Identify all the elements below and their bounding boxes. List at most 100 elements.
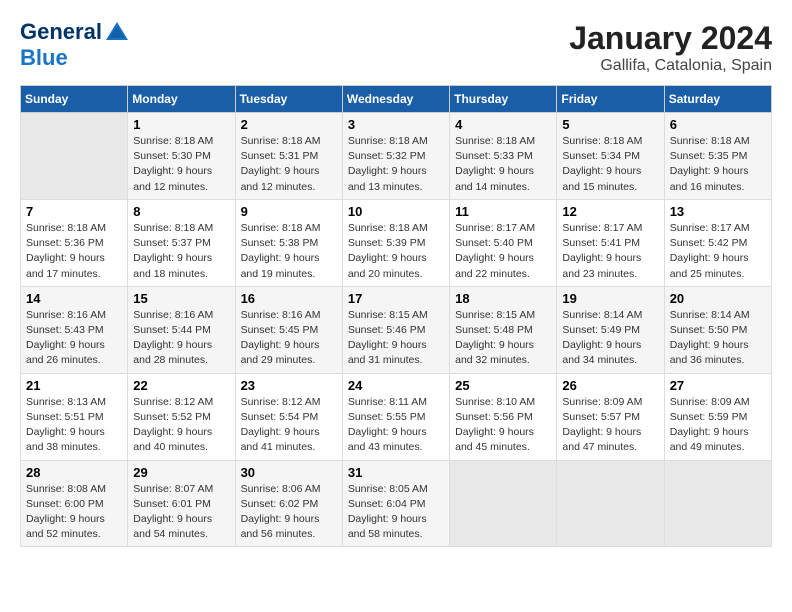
- day-number: 10: [348, 204, 444, 219]
- logo-blue: Blue: [20, 46, 132, 70]
- calendar-cell: 26 Sunrise: 8:09 AMSunset: 5:57 PMDayligh…: [557, 373, 664, 460]
- calendar-cell: 24 Sunrise: 8:11 AMSunset: 5:55 PMDayligh…: [342, 373, 449, 460]
- calendar-cell: [557, 460, 664, 547]
- calendar-cell: 10 Sunrise: 8:18 AMSunset: 5:39 PMDayligh…: [342, 199, 449, 286]
- day-number: 7: [26, 204, 122, 219]
- calendar-table: SundayMondayTuesdayWednesdayThursdayFrid…: [20, 85, 772, 547]
- day-info: Sunrise: 8:16 AMSunset: 5:44 PMDaylight:…: [133, 308, 229, 369]
- day-info: Sunrise: 8:14 AMSunset: 5:49 PMDaylight:…: [562, 308, 658, 369]
- day-info: Sunrise: 8:17 AMSunset: 5:41 PMDaylight:…: [562, 221, 658, 282]
- calendar-cell: 12 Sunrise: 8:17 AMSunset: 5:41 PMDayligh…: [557, 199, 664, 286]
- calendar-cell: 5 Sunrise: 8:18 AMSunset: 5:34 PMDaylight…: [557, 113, 664, 200]
- calendar-cell: 25 Sunrise: 8:10 AMSunset: 5:56 PMDayligh…: [450, 373, 557, 460]
- header-monday: Monday: [128, 86, 235, 113]
- day-info: Sunrise: 8:18 AMSunset: 5:36 PMDaylight:…: [26, 221, 122, 282]
- calendar-week-row: 21 Sunrise: 8:13 AMSunset: 5:51 PMDayligh…: [21, 373, 772, 460]
- day-number: 27: [670, 378, 766, 393]
- calendar-cell: 8Sunrise: 8:18 AMSunset: 5:37 PMDaylight…: [128, 199, 235, 286]
- logo-icon: [104, 20, 130, 46]
- calendar-cell: 19 Sunrise: 8:14 AMSunset: 5:49 PMDayligh…: [557, 286, 664, 373]
- day-info: Sunrise: 8:09 AMSunset: 5:59 PMDaylight:…: [670, 395, 766, 456]
- calendar-cell: 23 Sunrise: 8:12 AMSunset: 5:54 PMDayligh…: [235, 373, 342, 460]
- day-info: Sunrise: 8:18 AMSunset: 5:31 PMDaylight:…: [241, 134, 337, 195]
- day-info: Sunrise: 8:16 AMSunset: 5:45 PMDaylight:…: [241, 308, 337, 369]
- day-number: 4: [455, 117, 551, 132]
- day-info: Sunrise: 8:13 AMSunset: 5:51 PMDaylight:…: [26, 395, 122, 456]
- day-info: Sunrise: 8:06 AMSunset: 6:02 PMDaylight:…: [241, 482, 337, 543]
- day-info: Sunrise: 8:08 AMSunset: 6:00 PMDaylight:…: [26, 482, 122, 543]
- day-info: Sunrise: 8:16 AMSunset: 5:43 PMDaylight:…: [26, 308, 122, 369]
- day-info: Sunrise: 8:15 AMSunset: 5:46 PMDaylight:…: [348, 308, 444, 369]
- day-number: 13: [670, 204, 766, 219]
- calendar-cell: 18 Sunrise: 8:15 AMSunset: 5:48 PMDayligh…: [450, 286, 557, 373]
- calendar-cell: 13 Sunrise: 8:17 AMSunset: 5:42 PMDayligh…: [664, 199, 771, 286]
- calendar-cell: 20Sunrise: 8:14 AMSunset: 5:50 PMDayligh…: [664, 286, 771, 373]
- calendar-cell: [664, 460, 771, 547]
- day-info: Sunrise: 8:18 AMSunset: 5:37 PMDaylight:…: [133, 221, 229, 282]
- day-number: 19: [562, 291, 658, 306]
- header-friday: Friday: [557, 86, 664, 113]
- calendar-cell: 27 Sunrise: 8:09 AMSunset: 5:59 PMDayligh…: [664, 373, 771, 460]
- calendar-title: January 2024: [569, 20, 772, 57]
- day-number: 23: [241, 378, 337, 393]
- calendar-cell: 7 Sunrise: 8:18 AMSunset: 5:36 PMDaylight…: [21, 199, 128, 286]
- day-number: 14: [26, 291, 122, 306]
- calendar-cell: 22 Sunrise: 8:12 AMSunset: 5:52 PMDayligh…: [128, 373, 235, 460]
- day-info: Sunrise: 8:05 AMSunset: 6:04 PMDaylight:…: [348, 482, 444, 543]
- day-number: 3: [348, 117, 444, 132]
- page-header: General Blue January 2024 Gallifa, Catal…: [20, 20, 772, 75]
- day-number: 25: [455, 378, 551, 393]
- calendar-cell: 15Sunrise: 8:16 AMSunset: 5:44 PMDayligh…: [128, 286, 235, 373]
- day-info: Sunrise: 8:15 AMSunset: 5:48 PMDaylight:…: [455, 308, 551, 369]
- day-number: 18: [455, 291, 551, 306]
- day-number: 30: [241, 465, 337, 480]
- calendar-cell: 21 Sunrise: 8:13 AMSunset: 5:51 PMDayligh…: [21, 373, 128, 460]
- calendar-cell: 3 Sunrise: 8:18 AMSunset: 5:32 PMDaylight…: [342, 113, 449, 200]
- day-number: 5: [562, 117, 658, 132]
- day-info: Sunrise: 8:18 AMSunset: 5:33 PMDaylight:…: [455, 134, 551, 195]
- calendar-cell: 9Sunrise: 8:18 AMSunset: 5:38 PMDaylight…: [235, 199, 342, 286]
- day-number: 26: [562, 378, 658, 393]
- calendar-cell: 17Sunrise: 8:15 AMSunset: 5:46 PMDayligh…: [342, 286, 449, 373]
- header-wednesday: Wednesday: [342, 86, 449, 113]
- calendar-cell: [21, 113, 128, 200]
- logo-text: General: [20, 20, 132, 46]
- calendar-cell: 6Sunrise: 8:18 AMSunset: 5:35 PMDaylight…: [664, 113, 771, 200]
- calendar-cell: 31Sunrise: 8:05 AMSunset: 6:04 PMDayligh…: [342, 460, 449, 547]
- calendar-cell: 16 Sunrise: 8:16 AMSunset: 5:45 PMDayligh…: [235, 286, 342, 373]
- day-number: 22: [133, 378, 229, 393]
- day-number: 24: [348, 378, 444, 393]
- day-info: Sunrise: 8:11 AMSunset: 5:55 PMDaylight:…: [348, 395, 444, 456]
- day-info: Sunrise: 8:12 AMSunset: 5:54 PMDaylight:…: [241, 395, 337, 456]
- calendar-week-row: 28 Sunrise: 8:08 AMSunset: 6:00 PMDayligh…: [21, 460, 772, 547]
- calendar-week-row: 1 Sunrise: 8:18 AMSunset: 5:30 PMDaylight…: [21, 113, 772, 200]
- day-info: Sunrise: 8:17 AMSunset: 5:40 PMDaylight:…: [455, 221, 551, 282]
- day-info: Sunrise: 8:09 AMSunset: 5:57 PMDaylight:…: [562, 395, 658, 456]
- calendar-cell: 30 Sunrise: 8:06 AMSunset: 6:02 PMDayligh…: [235, 460, 342, 547]
- calendar-cell: 2 Sunrise: 8:18 AMSunset: 5:31 PMDaylight…: [235, 113, 342, 200]
- day-info: Sunrise: 8:18 AMSunset: 5:39 PMDaylight:…: [348, 221, 444, 282]
- day-number: 28: [26, 465, 122, 480]
- calendar-cell: 14 Sunrise: 8:16 AMSunset: 5:43 PMDayligh…: [21, 286, 128, 373]
- day-info: Sunrise: 8:10 AMSunset: 5:56 PMDaylight:…: [455, 395, 551, 456]
- header-sunday: Sunday: [21, 86, 128, 113]
- day-info: Sunrise: 8:18 AMSunset: 5:30 PMDaylight:…: [133, 134, 229, 195]
- day-number: 12: [562, 204, 658, 219]
- day-info: Sunrise: 8:18 AMSunset: 5:35 PMDaylight:…: [670, 134, 766, 195]
- calendar-week-row: 7 Sunrise: 8:18 AMSunset: 5:36 PMDaylight…: [21, 199, 772, 286]
- day-info: Sunrise: 8:18 AMSunset: 5:32 PMDaylight:…: [348, 134, 444, 195]
- day-info: Sunrise: 8:17 AMSunset: 5:42 PMDaylight:…: [670, 221, 766, 282]
- calendar-header-row: SundayMondayTuesdayWednesdayThursdayFrid…: [21, 86, 772, 113]
- day-number: 16: [241, 291, 337, 306]
- calendar-week-row: 14 Sunrise: 8:16 AMSunset: 5:43 PMDayligh…: [21, 286, 772, 373]
- day-number: 1: [133, 117, 229, 132]
- calendar-cell: 29Sunrise: 8:07 AMSunset: 6:01 PMDayligh…: [128, 460, 235, 547]
- day-number: 2: [241, 117, 337, 132]
- day-number: 11: [455, 204, 551, 219]
- calendar-cell: [450, 460, 557, 547]
- calendar-subtitle: Gallifa, Catalonia, Spain: [569, 57, 772, 75]
- day-info: Sunrise: 8:12 AMSunset: 5:52 PMDaylight:…: [133, 395, 229, 456]
- calendar-cell: 4 Sunrise: 8:18 AMSunset: 5:33 PMDaylight…: [450, 113, 557, 200]
- day-info: Sunrise: 8:18 AMSunset: 5:34 PMDaylight:…: [562, 134, 658, 195]
- day-number: 21: [26, 378, 122, 393]
